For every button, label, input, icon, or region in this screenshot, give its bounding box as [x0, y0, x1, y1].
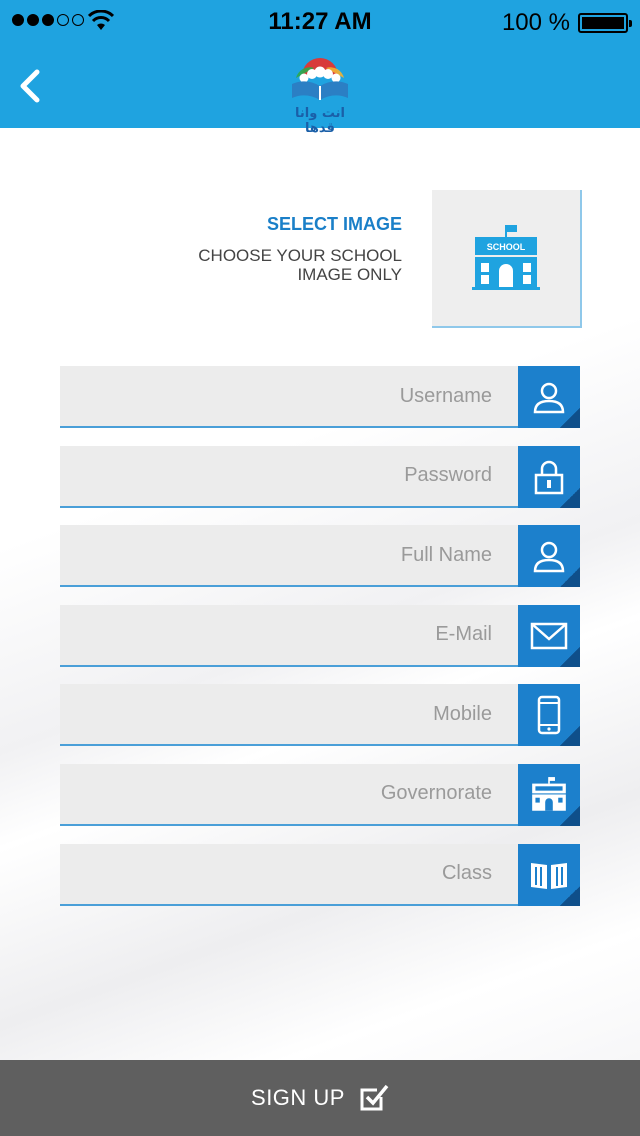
full-name-input[interactable]: [60, 525, 518, 588]
username-icon-box: [518, 366, 580, 428]
select-image-button[interactable]: SCHOOL: [432, 190, 582, 328]
lock-icon: [534, 460, 564, 494]
nav-bar: انت وانا قدها: [0, 44, 640, 136]
select-image-label[interactable]: SELECT IMAGE: [267, 214, 402, 235]
image-hint-line-1: CHOOSE YOUR SCHOOL: [198, 246, 402, 265]
username-field-row: [60, 366, 580, 428]
sign-up-label: SIGN UP: [251, 1085, 345, 1110]
mobile-field-row: [60, 684, 580, 747]
full-name-icon-box: [518, 525, 580, 588]
image-hint-line-2: IMAGE ONLY: [297, 265, 402, 284]
class-field-row: [60, 843, 580, 906]
mobile-input[interactable]: [60, 684, 518, 747]
image-hint: CHOOSE YOUR SCHOOL IMAGE ONLY: [142, 246, 402, 284]
checkbox-checked-icon: [360, 1084, 389, 1111]
sign-up-button[interactable]: SIGN UP: [0, 1060, 640, 1136]
password-input[interactable]: [60, 445, 518, 508]
school-image-picker: SELECT IMAGE CHOOSE YOUR SCHOOL IMAGE ON…: [60, 190, 582, 330]
user-icon: [533, 541, 565, 573]
full-name-field-row: [60, 525, 580, 588]
email-field-row: [60, 604, 580, 667]
book-icon: [531, 862, 567, 889]
class-input[interactable]: [60, 843, 518, 906]
class-icon-box: [518, 843, 580, 906]
password-field-row: [60, 445, 580, 508]
governorate-input[interactable]: [60, 763, 518, 826]
school-icon: [532, 777, 566, 811]
logo-graphic: [292, 58, 348, 100]
email-icon-box: [518, 604, 580, 667]
app-logo: انت وانا قدها: [280, 48, 360, 136]
governorate-field-row: [60, 763, 580, 826]
password-icon-box: [518, 445, 580, 508]
signup-form: [60, 366, 580, 923]
user-icon: [533, 382, 565, 414]
username-input[interactable]: [60, 366, 518, 428]
logo-text: انت وانا قدها: [295, 106, 345, 136]
mobile-phone-icon: [537, 696, 561, 735]
battery-percent: 100 %: [501, 9, 570, 36]
governorate-icon-box: [518, 763, 580, 826]
status-bar: 11:27 AM 100 %: [0, 0, 640, 44]
email-input[interactable]: [60, 604, 518, 667]
mobile-icon-box: [518, 684, 580, 747]
envelope-icon: [530, 622, 568, 650]
back-button[interactable]: [10, 64, 50, 108]
school-icon-label: SCHOOL: [487, 242, 526, 252]
school-icon: SCHOOL: [472, 225, 540, 290]
battery-icon: [578, 13, 632, 33]
chevron-left-icon: [20, 69, 40, 103]
